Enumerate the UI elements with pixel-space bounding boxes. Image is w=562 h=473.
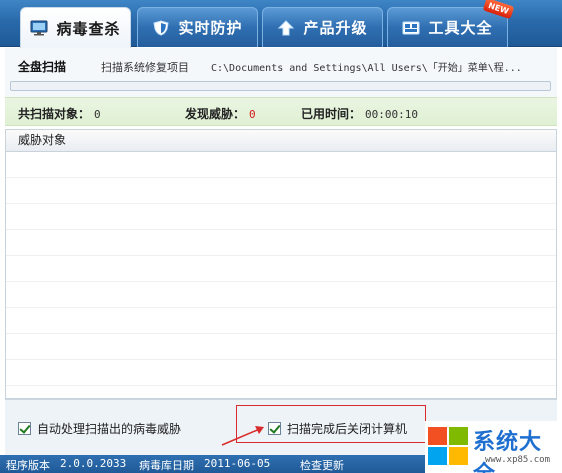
scan-info-panel: 全盘扫描 扫描系统修复项目 C:\Documents and Settings\…	[5, 48, 557, 100]
version-value: 2.0.0.2033	[60, 457, 127, 470]
tab-label: 工具大全	[428, 19, 493, 37]
windows-flag-icon	[428, 427, 470, 467]
auto-handle-option[interactable]: 自动处理扫描出的病毒威胁	[18, 420, 181, 437]
table-row	[6, 308, 556, 334]
table-row	[6, 386, 556, 398]
tab-label: 实时防护	[178, 19, 243, 37]
watermark-text: 系统大全	[473, 430, 543, 473]
scan-mode-title: 全盘扫描	[18, 60, 67, 74]
scan-current-path: C:\Documents and Settings\All Users\「开始」…	[211, 63, 522, 74]
db-date-label: 病毒库日期	[139, 459, 194, 472]
stat-scanned-label: 共扫描对象：	[18, 107, 91, 121]
toolbox-icon	[402, 20, 420, 36]
monitor-icon	[30, 20, 48, 36]
table-row	[6, 230, 556, 256]
auto-handle-checkbox[interactable]	[18, 422, 31, 435]
auto-handle-label: 自动处理扫描出的病毒威胁	[37, 422, 182, 436]
stat-threats: 发现威胁： 0	[185, 105, 256, 122]
tab-label: 病毒查杀	[56, 19, 121, 38]
annotation-arrow-icon	[221, 426, 264, 446]
threat-table[interactable]: 威胁对象	[5, 129, 557, 399]
scan-current-item: 扫描系统修复项目	[101, 61, 189, 74]
shutdown-checkbox[interactable]	[268, 422, 281, 435]
scan-progress-bar	[10, 81, 551, 91]
tab-realtime-protection[interactable]: 实时防护	[137, 7, 258, 47]
stat-elapsed-value: 00:00:10	[365, 108, 418, 121]
stat-threats-label: 发现威胁：	[185, 107, 246, 121]
stat-elapsed-label: 已用时间：	[301, 107, 362, 121]
table-row	[6, 152, 556, 178]
tab-virus-scan[interactable]: 病毒查杀	[20, 7, 131, 48]
site-watermark-logo: 系统大全 www.xp85.com	[425, 421, 562, 473]
stat-threats-value: 0	[249, 108, 256, 121]
scan-stats-bar: 共扫描对象： 0 发现威胁： 0 已用时间： 00:00:10	[5, 97, 557, 126]
threat-table-header[interactable]: 威胁对象	[6, 130, 556, 152]
stat-scanned-value: 0	[94, 108, 101, 121]
upload-arrow-icon	[277, 19, 295, 36]
table-row	[6, 334, 556, 360]
stat-elapsed: 已用时间： 00:00:10	[301, 105, 418, 122]
stat-scanned: 共扫描对象： 0	[18, 105, 101, 122]
tab-product-upgrade[interactable]: 产品升级	[262, 7, 383, 47]
shield-icon	[152, 19, 170, 36]
watermark-url: www.xp85.com	[485, 455, 551, 465]
table-row	[6, 360, 556, 386]
check-update-link[interactable]: 检查更新	[300, 457, 344, 473]
shutdown-label: 扫描完成后关闭计算机	[287, 422, 408, 436]
table-row	[6, 282, 556, 308]
shutdown-option[interactable]: 扫描完成后关闭计算机	[268, 420, 407, 437]
tab-tools[interactable]: 工具大全 NEW	[387, 0, 515, 47]
tab-bar: 病毒查杀 实时防护 产品升级 工具大全 NEW	[0, 0, 562, 48]
table-row	[6, 256, 556, 282]
table-row	[6, 204, 556, 230]
db-date-value: 2011-06-05	[204, 457, 271, 470]
table-row	[6, 178, 556, 204]
version-label: 程序版本	[6, 459, 50, 472]
tab-label: 产品升级	[303, 19, 368, 37]
